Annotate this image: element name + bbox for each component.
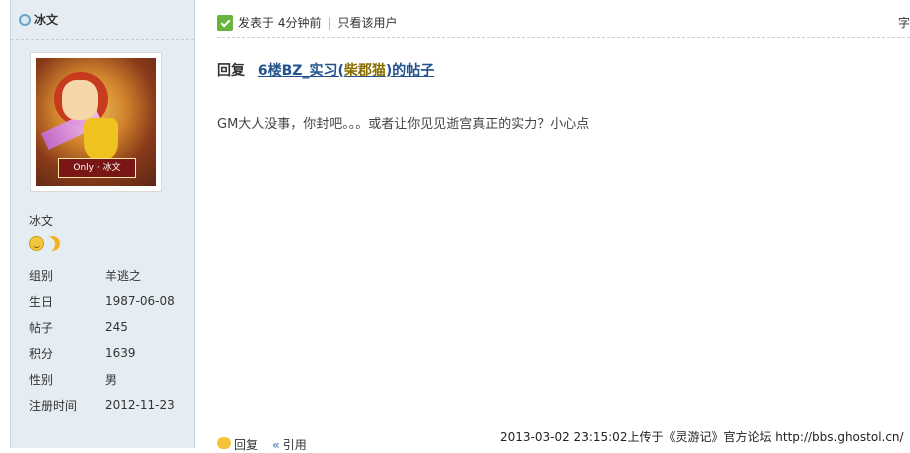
- reply-link-highlight: 柴郡猫: [343, 63, 386, 79]
- author-name-link[interactable]: 冰文: [34, 11, 58, 28]
- stat-label: 组别: [29, 268, 54, 283]
- reply-label: 回复: [234, 438, 259, 452]
- stat-row-gender: 性别 男: [29, 366, 189, 392]
- profile-stats: 组别 羊逃之 生日 1987-06-08 帖子 245 积分 1639 性别 男…: [29, 262, 189, 418]
- separator: |: [327, 15, 332, 30]
- moon-medal-icon: [43, 234, 62, 253]
- stat-label: 性别: [29, 372, 54, 387]
- stat-label: 生日: [29, 294, 54, 309]
- upload-watermark: 2013-03-02 23:15:02上传于《灵游记》官方论坛 http://b…: [496, 428, 908, 445]
- quote-button[interactable]: «引用: [272, 436, 307, 453]
- quote-icon: «: [272, 438, 280, 452]
- only-author-link[interactable]: 只看该用户: [338, 14, 398, 31]
- reply-icon: [217, 437, 231, 449]
- stat-row-group: 组别 羊逃之: [29, 262, 189, 288]
- stat-row-birthday: 生日 1987-06-08: [29, 288, 189, 314]
- stat-value: 男: [105, 372, 118, 387]
- author-sidebar: 冰文 Only · 冰文 冰文 组别 羊逃之 生日 1987-06-08 帖子 …: [10, 0, 195, 448]
- reply-prefix: 回复: [217, 63, 245, 79]
- post-actions: 回复 «引用: [217, 436, 307, 453]
- stat-value: 羊逃之: [105, 268, 142, 283]
- stat-row-points: 积分 1639: [29, 340, 189, 366]
- avatar[interactable]: Only · 冰文: [30, 52, 162, 192]
- reply-link-part: )的帖子: [385, 63, 435, 79]
- font-size-toggle[interactable]: 字: [898, 14, 910, 31]
- quote-label: 引用: [282, 438, 307, 452]
- reply-button[interactable]: 回复: [217, 436, 258, 453]
- stat-value: 1987-06-08: [105, 294, 175, 308]
- stat-value[interactable]: 245: [105, 320, 128, 334]
- post-time: 发表于 4分钟前: [238, 16, 322, 30]
- reply-link-part: 6楼BZ_实习(: [257, 63, 344, 79]
- stat-label: 积分: [29, 346, 54, 361]
- stat-row-posts: 帖子 245: [29, 314, 189, 340]
- author-header: 冰文: [11, 0, 194, 40]
- avatar-banner-text: Only · 冰文: [58, 158, 136, 178]
- post-header: 发表于 4分钟前 | 只看该用户 字: [217, 8, 910, 38]
- author-online-icon: [217, 14, 233, 31]
- medals: [29, 236, 60, 251]
- stat-label: 帖子: [29, 320, 54, 335]
- post-body: GM大人没事，你封吧。。。或者让你见见逝宫真正的实力？小心点: [217, 117, 590, 132]
- stat-label: 注册时间: [29, 398, 78, 413]
- stat-value: 1639: [105, 346, 136, 360]
- reply-target-link[interactable]: 6楼BZ_实习(柴郡猫)的帖子: [258, 63, 434, 79]
- profile-name[interactable]: 冰文: [29, 212, 53, 229]
- smile-medal-icon: [29, 236, 44, 251]
- online-status-icon: [19, 13, 31, 26]
- avatar-image: Only · 冰文: [36, 58, 156, 186]
- stat-value: 2012-11-23: [105, 398, 175, 412]
- stat-row-registered: 注册时间 2012-11-23: [29, 392, 189, 418]
- reply-quote-line: 回复 6楼BZ_实习(柴郡猫)的帖子: [217, 60, 434, 80]
